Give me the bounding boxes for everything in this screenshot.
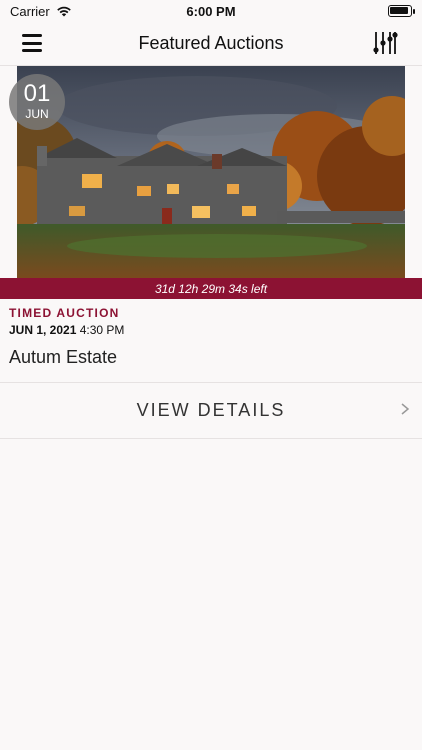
battery-fill xyxy=(390,7,408,14)
view-details-button[interactable]: VIEW DETAILS xyxy=(0,382,422,438)
status-left: Carrier xyxy=(10,4,72,19)
auction-image[interactable] xyxy=(17,66,405,278)
auction-date: JUN 1, 2021 xyxy=(9,323,77,337)
auction-type: TIMED AUCTION xyxy=(9,306,120,320)
auction-time: 4:30 PM xyxy=(79,323,125,337)
auction-date-time: JUN 1, 2021 4:30 PM xyxy=(9,323,124,337)
date-badge-day: 01 xyxy=(23,80,51,107)
divider xyxy=(0,438,422,439)
battery-icon xyxy=(388,5,415,17)
date-badge: 01 JUN xyxy=(9,74,65,130)
sliders-filter-icon[interactable] xyxy=(372,30,398,56)
time-left-banner: 31d 12h 29m 34s left xyxy=(0,278,422,299)
carrier-label: Carrier xyxy=(10,3,50,19)
time-left-text: 31d 12h 29m 34s left xyxy=(154,281,268,296)
estate-photo xyxy=(17,66,405,278)
view-details-label: VIEW DETAILS xyxy=(136,399,286,420)
chevron-right-icon xyxy=(401,403,410,415)
status-time: 6:00 PM xyxy=(186,3,236,19)
nav-bar: Featured Auctions xyxy=(0,22,422,66)
status-bar: Carrier 6:00 PM xyxy=(0,0,422,22)
date-badge-month: JUN xyxy=(25,107,49,121)
auction-title[interactable]: Autum Estate xyxy=(9,347,117,368)
wifi-icon xyxy=(56,6,71,17)
page-title: Featured Auctions xyxy=(138,33,284,53)
